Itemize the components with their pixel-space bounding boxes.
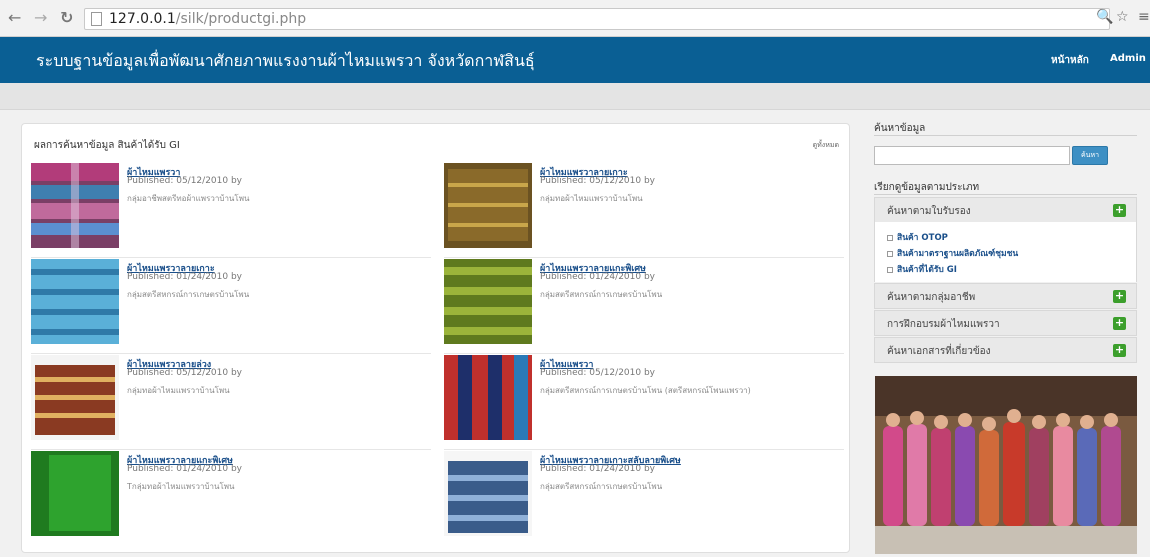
result-group: กลุ่มสตรีสหกรณ์การเกษตรบ้านโพน	[127, 290, 250, 299]
accordion-label: ค้นหาตามกลุ่มอาชีพ	[887, 292, 976, 303]
result-item[interactable]: ผ้าไหมแพรวาลายล่วง Published: 05/12/2010…	[31, 355, 431, 450]
nav-admin-link[interactable]: Admin	[1110, 53, 1146, 64]
zoom-icon[interactable]: 🔍	[1096, 9, 1113, 25]
expand-icon[interactable]: +	[1113, 290, 1126, 303]
divider	[874, 194, 1137, 195]
accordion-documents[interactable]: ค้นหาเอกสารที่เกี่ยวข้อง +	[874, 337, 1137, 363]
cert-item-gi[interactable]: สินค้าที่ได้รับ GI	[887, 262, 957, 276]
reload-icon[interactable]: ↻	[60, 8, 73, 28]
address-bar[interactable]: 127.0.0.1/silk/productgi.php	[84, 8, 1110, 30]
result-published: Published: 01/24/2010 by	[540, 272, 655, 282]
site-header: ระบบฐานข้อมูลเพื่อพัฒนาศักยภาพแรงงานผ้าไ…	[0, 37, 1150, 83]
forward-icon[interactable]: →	[34, 8, 47, 28]
product-thumbnail[interactable]	[31, 451, 119, 536]
result-published: Published: 05/12/2010 by	[540, 368, 655, 378]
result-published: Published: 01/24/2010 by	[127, 464, 242, 474]
address-url: 127.0.0.1/silk/productgi.php	[109, 11, 307, 27]
expand-icon[interactable]: +	[1113, 317, 1126, 330]
result-group: Tกลุ่มทอผ้าไหมแพรวาบ้านโพน	[127, 482, 235, 491]
tree-node-icon	[887, 266, 893, 273]
accordion-label: การฝึกอบรมผ้าไหมแพรวา	[887, 319, 1000, 330]
tree-node-icon	[887, 250, 893, 257]
result-group: กลุ่มทอผ้าไหมแพรวาบ้านโพน	[540, 194, 643, 203]
cert-item-community[interactable]: สินค้ามาตราฐานผลิตภัณฑ์ชุมชน	[887, 246, 1018, 260]
product-thumbnail[interactable]	[31, 259, 119, 344]
page-icon	[91, 12, 102, 26]
result-group: กลุ่มสตรีสหกรณ์การเกษตรบ้านโพน (สตรีสหกร…	[540, 386, 751, 395]
result-group: กลุ่มสตรีสหกรณ์การเกษตรบ้านโพน	[540, 290, 663, 299]
group-photo	[875, 376, 1137, 554]
accordion-certificate[interactable]: ค้นหาตามใบรับรอง +	[874, 197, 1137, 223]
result-item[interactable]: ผ้าไหมแพรวาลายเกาะสลับลายพิเศษ Published…	[444, 451, 844, 546]
result-item[interactable]: ผ้าไหมแพรวา Published: 05/12/2010 by กลุ…	[31, 163, 431, 258]
accordion-occupation[interactable]: ค้นหาตามกลุ่มอาชีพ +	[874, 283, 1137, 309]
result-published: Published: 05/12/2010 by	[127, 176, 242, 186]
product-thumbnail[interactable]	[31, 163, 119, 248]
tree-node-icon	[887, 234, 893, 241]
certificate-list: สินค้า OTOP สินค้ามาตราฐานผลิตภัณฑ์ชุมชน…	[874, 222, 1137, 282]
product-thumbnail[interactable]	[444, 355, 532, 440]
nav-home-link[interactable]: หน้าหลัก	[1051, 53, 1089, 68]
accordion-label: ค้นหาตามใบรับรอง	[887, 206, 971, 217]
result-item[interactable]: ผ้าไหมแพรวา Published: 05/12/2010 by กลุ…	[444, 355, 844, 450]
search-heading: ค้นหาข้อมูล	[874, 123, 926, 134]
result-item[interactable]: ผ้าไหมแพรวาลายเกาะ Published: 01/24/2010…	[31, 259, 431, 354]
product-thumbnail[interactable]	[444, 163, 532, 248]
sub-navigation-bar	[0, 83, 1150, 110]
divider	[874, 135, 1137, 136]
result-item[interactable]: ผ้าไหมแพรวาลายเกาะ Published: 05/12/2010…	[444, 163, 844, 258]
accordion-training[interactable]: การฝึกอบรมผ้าไหมแพรวา +	[874, 310, 1137, 336]
result-published: Published: 05/12/2010 by	[127, 368, 242, 378]
site-title[interactable]: ระบบฐานข้อมูลเพื่อพัฒนาศักยภาพแรงงานผ้าไ…	[36, 49, 535, 74]
result-published: Published: 05/12/2010 by	[540, 176, 655, 186]
product-thumbnail[interactable]	[444, 451, 532, 536]
back-icon[interactable]: ←	[8, 8, 21, 28]
result-item[interactable]: ผ้าไหมแพรวาลายแกะพิเศษ Published: 01/24/…	[444, 259, 844, 354]
result-published: Published: 01/24/2010 by	[127, 272, 242, 282]
browser-toolbar: ← → ↻ 127.0.0.1/silk/productgi.php 🔍 ☆ ≡	[0, 0, 1150, 37]
results-panel: ผลการค้นหาข้อมูล สินค้าได้รับ GI ดูทั้งห…	[21, 123, 850, 553]
cert-item-otop[interactable]: สินค้า OTOP	[887, 230, 948, 244]
result-published: Published: 01/24/2010 by	[540, 464, 655, 474]
result-group: กลุ่มสตรีสหกรณ์การเกษตรบ้านโพน	[540, 482, 663, 491]
browse-heading: เรียกดูข้อมูลตามประเภท	[874, 182, 980, 193]
search-input[interactable]	[874, 146, 1070, 165]
star-icon[interactable]: ☆	[1116, 9, 1129, 25]
accordion-label: ค้นหาเอกสารที่เกี่ยวข้อง	[887, 346, 991, 357]
view-all-link[interactable]: ดูทั้งหมด	[813, 140, 839, 151]
menu-icon[interactable]: ≡	[1138, 9, 1150, 25]
expand-icon[interactable]: +	[1113, 344, 1126, 357]
product-thumbnail[interactable]	[31, 355, 119, 440]
result-group: กลุ่มทอผ้าไหมแพรวาบ้านโพน	[127, 386, 230, 395]
results-heading: ผลการค้นหาข้อมูล สินค้าได้รับ GI	[34, 140, 180, 151]
product-thumbnail[interactable]	[444, 259, 532, 344]
expand-icon[interactable]: +	[1113, 204, 1126, 217]
result-group: กลุ่มอาชีพสตรีทอผ้าแพรวาบ้านโพน	[127, 194, 250, 203]
search-button[interactable]: ค้นหา	[1072, 146, 1108, 165]
result-item[interactable]: ผ้าไหมแพรวาลายแกะพิเศษ Published: 01/24/…	[31, 451, 431, 546]
